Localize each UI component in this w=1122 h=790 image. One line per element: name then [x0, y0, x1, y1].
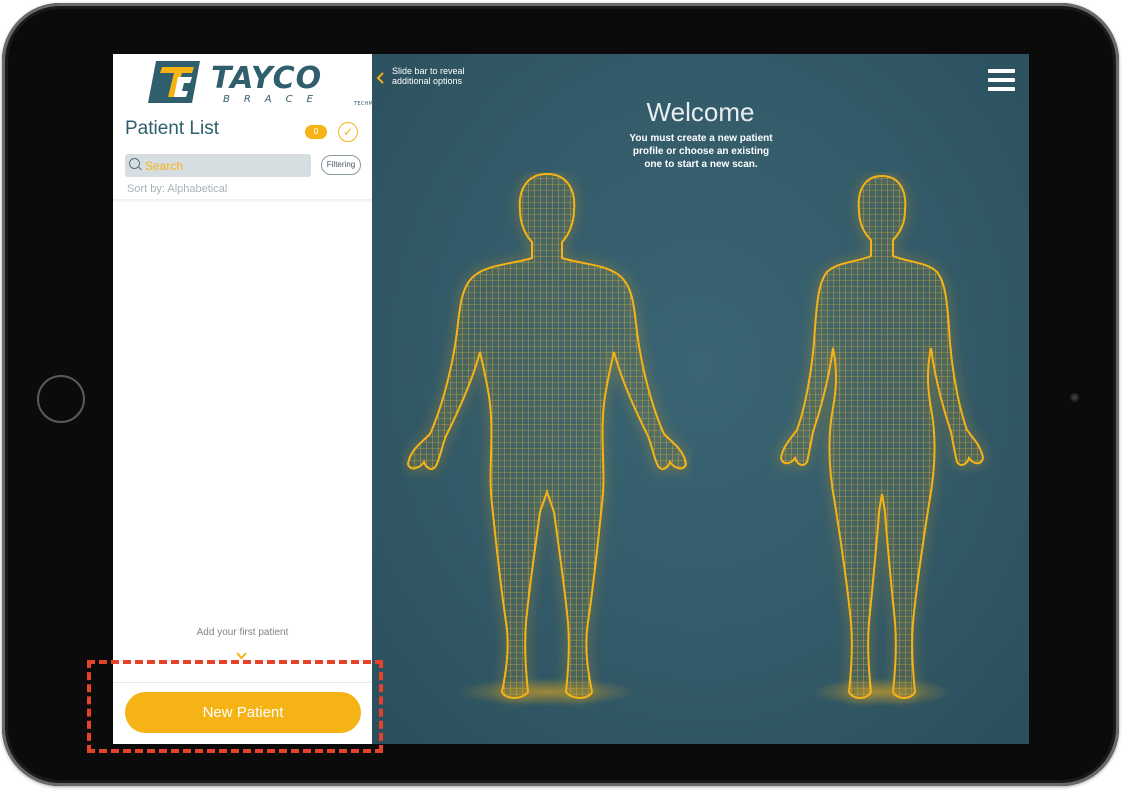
tc-logo-icon [148, 61, 200, 103]
welcome-title: Welcome [646, 97, 755, 127]
slide-hint-line: Slide bar to reveal [392, 66, 465, 76]
male-body-wireframe [406, 172, 688, 706]
welcome-message: You must create a new patient profile or… [601, 132, 801, 171]
logo-subtitle: BRACE [223, 94, 327, 105]
search-icon [129, 158, 140, 169]
search-input[interactable] [143, 154, 307, 177]
list-divider [113, 199, 372, 203]
home-button[interactable] [37, 375, 85, 423]
welcome-line: one to start a new scan. [644, 159, 758, 170]
page-title: Patient List [125, 118, 219, 139]
hamburger-menu-icon[interactable] [988, 69, 1015, 91]
patient-count-badge: 0 [305, 125, 327, 139]
camera-icon [1070, 393, 1079, 402]
welcome-line: You must create a new patient [629, 133, 773, 144]
slide-hint-line: additional options [392, 76, 463, 86]
tayco-logo: TAYCO BRACE TECHMED3D [148, 59, 388, 109]
filtering-button[interactable]: Filtering [321, 155, 361, 175]
select-check-icon[interactable]: ✓ [338, 122, 358, 142]
empty-list-hint: Add your first patient [196, 627, 289, 638]
annotation-highlight-box [87, 660, 383, 753]
patient-sidebar: TAYCO BRACE TECHMED3D Patient List 0 ✓ F… [113, 54, 388, 744]
sort-label[interactable]: Sort by: Alphabetical [127, 183, 227, 195]
logo-wordmark: TAYCO [211, 61, 323, 96]
welcome-line: profile or choose an existing [632, 146, 770, 157]
welcome-panel: Slide bar to reveal additional options W… [372, 54, 1029, 744]
slide-bar-hint: Slide bar to reveal additional options [392, 66, 532, 86]
search-bar[interactable] [125, 154, 311, 177]
female-body-wireframe [779, 174, 985, 706]
chevron-left-icon[interactable] [376, 71, 385, 85]
app-screen: TAYCO BRACE TECHMED3D Patient List 0 ✓ F… [113, 54, 1029, 744]
